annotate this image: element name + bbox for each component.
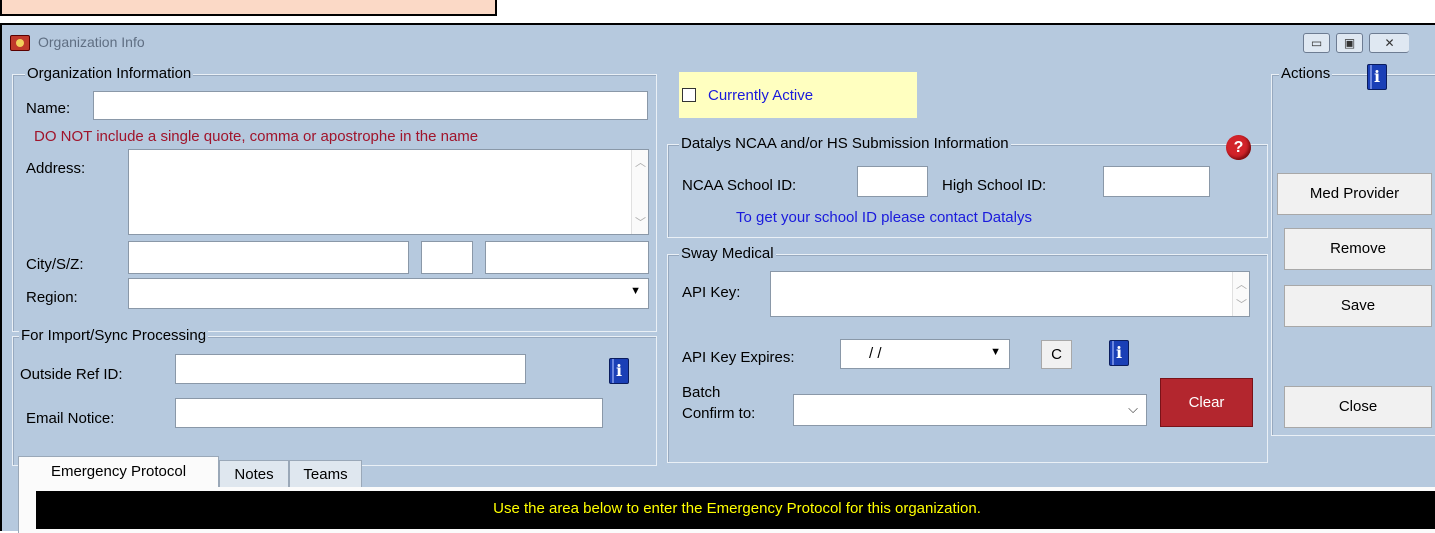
zip-input[interactable] (485, 241, 649, 274)
calendar-clear-button[interactable]: C (1041, 340, 1072, 369)
city-state-zip-label: City/S/Z: (26, 256, 84, 273)
high-school-id-input[interactable] (1103, 166, 1210, 197)
scroll-down-icon[interactable]: ﹀ (1236, 296, 1247, 312)
expires-date-value: / / (869, 345, 882, 362)
email-notice-label: Email Notice: (26, 410, 115, 427)
close-button[interactable]: Close (1284, 386, 1432, 428)
app-icon (10, 35, 30, 51)
address-textarea[interactable]: ︿ ﹀ (128, 149, 649, 235)
chevron-down-icon[interactable]: ⌵ (1128, 401, 1138, 417)
med-provider-button[interactable]: Med Provider (1277, 173, 1432, 215)
outside-ref-label: Outside Ref ID: (20, 366, 123, 383)
close-window-button[interactable]: ✕ (1369, 33, 1409, 53)
emergency-protocol-panel: Use the area below to enter the Emergenc… (18, 487, 1435, 533)
api-key-expires-label: API Key Expires: (682, 349, 795, 366)
help-icon[interactable]: ? (1226, 135, 1251, 160)
name-label: Name: (26, 100, 71, 117)
dropdown-arrow-icon[interactable]: ▼ (630, 285, 641, 297)
scroll-up-icon[interactable]: ︿ (635, 154, 646, 170)
api-key-textarea[interactable]: ︿ ﹀ (770, 271, 1250, 317)
scroll-down-icon[interactable]: ﹀ (635, 214, 646, 230)
batch-label: Batch (682, 384, 721, 401)
import-sync-label: For Import/Sync Processing (19, 327, 209, 344)
tab-notes[interactable]: Notes (219, 460, 289, 488)
title-bar: Organization Info ▭ ▣ ✕ (2, 25, 1435, 59)
state-input[interactable] (421, 241, 473, 274)
batch-confirm-select[interactable]: ⌵ (793, 394, 1147, 426)
clear-button[interactable]: Clear (1160, 378, 1253, 427)
scroll-up-icon[interactable]: ︿ (1236, 276, 1247, 292)
address-scrollbar[interactable]: ︿ ﹀ (631, 150, 648, 234)
save-button[interactable]: Save (1284, 285, 1432, 327)
remove-button[interactable]: Remove (1284, 228, 1432, 270)
api-key-scrollbar[interactable]: ︿ ﹀ (1232, 272, 1249, 316)
maximize-button[interactable]: ▣ (1336, 33, 1363, 53)
info-book-icon[interactable]: i (1367, 64, 1387, 90)
info-book-icon[interactable]: i (609, 358, 629, 384)
api-key-label: API Key: (682, 284, 741, 301)
sway-medical-label: Sway Medical (679, 245, 776, 262)
minimize-button[interactable]: ▭ (1303, 33, 1330, 53)
currently-active-label[interactable]: Currently Active (708, 87, 813, 104)
organization-info-window: Organization Info ▭ ▣ ✕ Organization Inf… (0, 23, 1435, 533)
outside-ref-input[interactable] (175, 354, 526, 384)
organization-information-label: Organization Information (25, 65, 194, 82)
currently-active-checkbox[interactable] (682, 88, 696, 102)
high-school-id-label: High School ID: (942, 177, 1047, 194)
ncaa-school-id-input[interactable] (857, 166, 928, 197)
region-select[interactable]: ▼ (128, 278, 649, 309)
city-input[interactable] (128, 241, 409, 274)
tab-teams[interactable]: Teams (289, 460, 362, 488)
currently-active-panel: Currently Active (679, 72, 917, 118)
confirm-to-label: Confirm to: (682, 405, 756, 422)
name-warning: DO NOT include a single quote, comma or … (34, 128, 479, 145)
info-book-icon[interactable]: i (1109, 340, 1129, 366)
address-label: Address: (26, 160, 86, 177)
protocol-banner: Use the area below to enter the Emergenc… (36, 491, 1435, 529)
api-key-expires-date[interactable]: / / ▼ (840, 339, 1010, 369)
window-title: Organization Info (38, 34, 145, 50)
tab-emergency-protocol[interactable]: Emergency Protocol (18, 456, 219, 489)
dropdown-arrow-icon[interactable]: ▼ (990, 346, 1001, 358)
datalys-contact-note: To get your school ID please contact Dat… (736, 209, 1032, 226)
email-notice-input[interactable] (175, 398, 603, 428)
datalys-label: Datalys NCAA and/or HS Submission Inform… (679, 135, 1011, 152)
actions-label: Actions (1279, 65, 1333, 82)
name-input[interactable] (93, 91, 648, 120)
top-strip (0, 0, 497, 16)
region-label: Region: (26, 289, 78, 306)
ncaa-school-id-label: NCAA School ID: (682, 177, 797, 194)
